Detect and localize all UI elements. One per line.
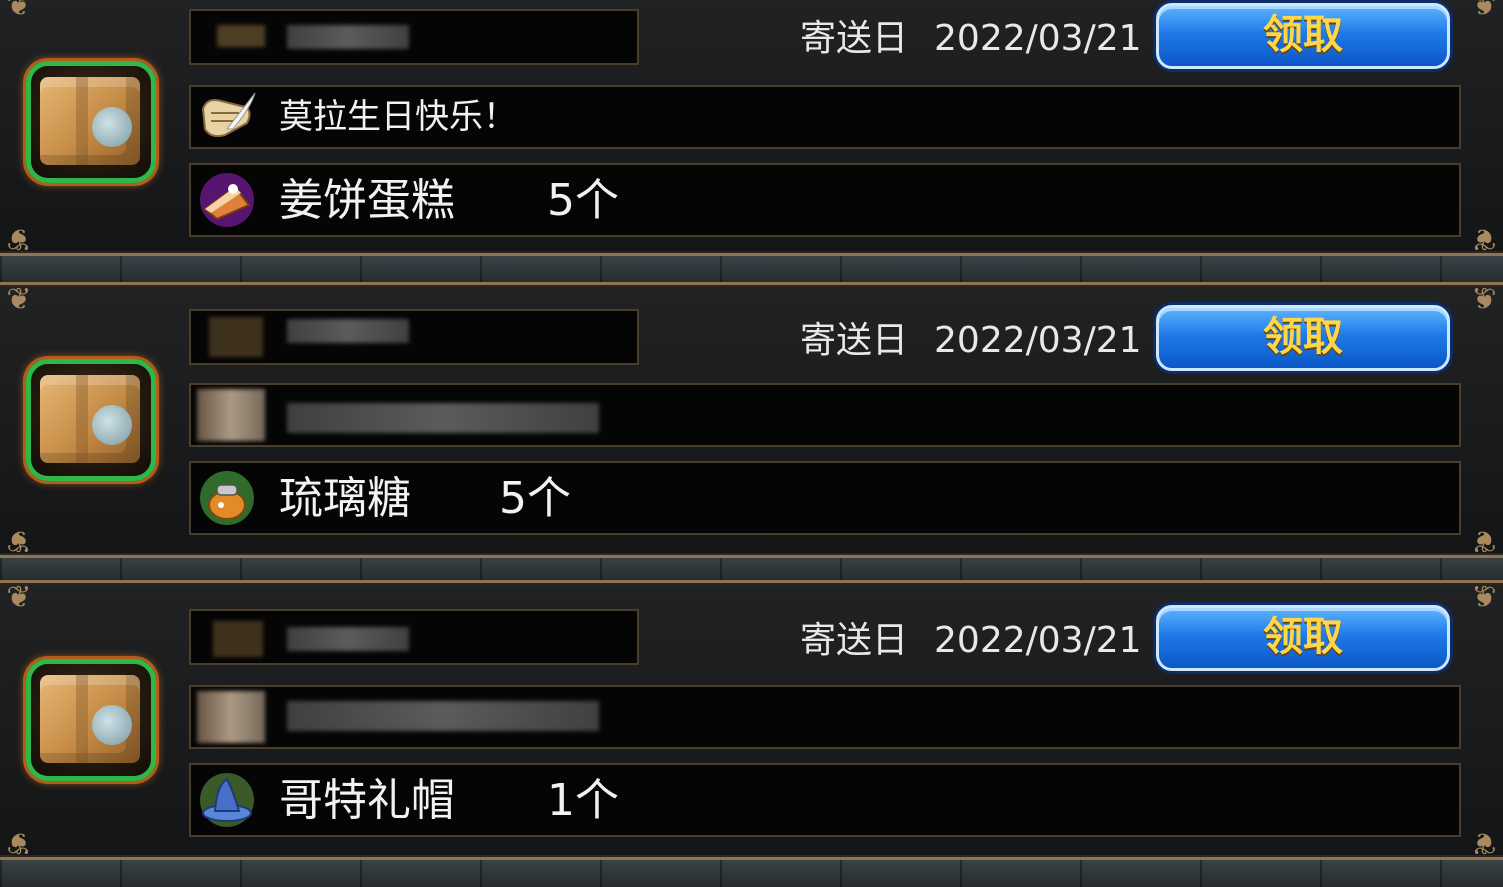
sender-name-blurred: [189, 609, 639, 665]
claim-button[interactable]: 领取: [1156, 305, 1450, 371]
attachment-row: 哥特礼帽 1个: [189, 763, 1461, 837]
background-floor: [0, 256, 1503, 282]
mailbox-screen: ❦ ❦ ❦ ❦ 寄送日 2022/03/21 领取 莫拉生日快乐！ 姜饼蛋糕 5…: [0, 0, 1503, 887]
send-date-label: 寄送日: [800, 620, 909, 661]
message-text-blurred: [287, 403, 599, 433]
item-name: 哥特礼帽: [279, 775, 455, 826]
message-row: 莫拉生日快乐！: [189, 85, 1461, 149]
background-floor: [0, 557, 1503, 581]
send-date: 寄送日 2022/03/21: [800, 321, 1142, 361]
item-quantity: 1个: [547, 775, 619, 826]
frame-corner-ornament: ❦: [6, 282, 32, 317]
frame-corner-ornament: ❦: [1471, 0, 1497, 23]
blurred-icon: [197, 689, 265, 747]
package-icon: [26, 61, 156, 183]
send-date-value: 2022/03/21: [934, 620, 1142, 661]
claim-button[interactable]: 领取: [1156, 605, 1450, 671]
item-quantity: 5个: [547, 175, 619, 226]
mail-card: ❦ ❦ ❦ ❦ 寄送日 2022/03/21 领取 莫拉生日快乐！ 姜饼蛋糕 5…: [0, 0, 1503, 256]
frame-corner-ornament: ❦: [1471, 825, 1497, 860]
background-floor: [0, 860, 1503, 887]
send-date-value: 2022/03/21: [934, 18, 1142, 59]
send-date-label: 寄送日: [800, 18, 909, 59]
mail-card: ❦ ❦ ❦ ❦ 寄送日 2022/03/21 领取: [0, 282, 1503, 558]
message-text: 莫拉生日快乐！: [279, 97, 517, 137]
frame-corner-ornament: ❦: [1471, 282, 1497, 317]
frame-corner-ornament: ❦: [6, 221, 32, 256]
claim-button[interactable]: 领取: [1156, 3, 1450, 69]
attachment-row: 琉璃糖 5个: [189, 461, 1461, 535]
package-icon: [26, 359, 156, 481]
scroll-quill-icon: [197, 89, 257, 147]
message-row: [189, 685, 1461, 749]
mail-card: ❦ ❦ ❦ ❦ 寄送日 2022/03/21 领取: [0, 580, 1503, 860]
frame-corner-ornament: ❦: [1471, 523, 1497, 558]
frame-corner-ornament: ❦: [6, 580, 32, 615]
frame-corner-ornament: ❦: [6, 523, 32, 558]
message-text-blurred: [287, 701, 599, 731]
gothic-hat-icon: [197, 771, 257, 829]
message-row: [189, 383, 1461, 447]
frame-corner-ornament: ❦: [1471, 221, 1497, 256]
sender-name-blurred: [189, 9, 639, 65]
sender-name-blurred: [189, 309, 639, 365]
frame-corner-ornament: ❦: [1471, 580, 1497, 615]
send-date-label: 寄送日: [800, 320, 909, 361]
item-name: 琉璃糖: [279, 473, 411, 524]
frame-corner-ornament: ❦: [6, 825, 32, 860]
package-icon: [26, 659, 156, 781]
attachment-row: 姜饼蛋糕 5个: [189, 163, 1461, 237]
send-date: 寄送日 2022/03/21: [800, 19, 1142, 59]
send-date-value: 2022/03/21: [934, 320, 1142, 361]
cake-slice-icon: [197, 171, 257, 229]
item-quantity: 5个: [499, 473, 571, 524]
blurred-icon: [197, 387, 265, 445]
item-name: 姜饼蛋糕: [279, 175, 455, 226]
send-date: 寄送日 2022/03/21: [800, 621, 1142, 661]
candy-pot-icon: [197, 469, 257, 527]
frame-corner-ornament: ❦: [6, 0, 32, 23]
